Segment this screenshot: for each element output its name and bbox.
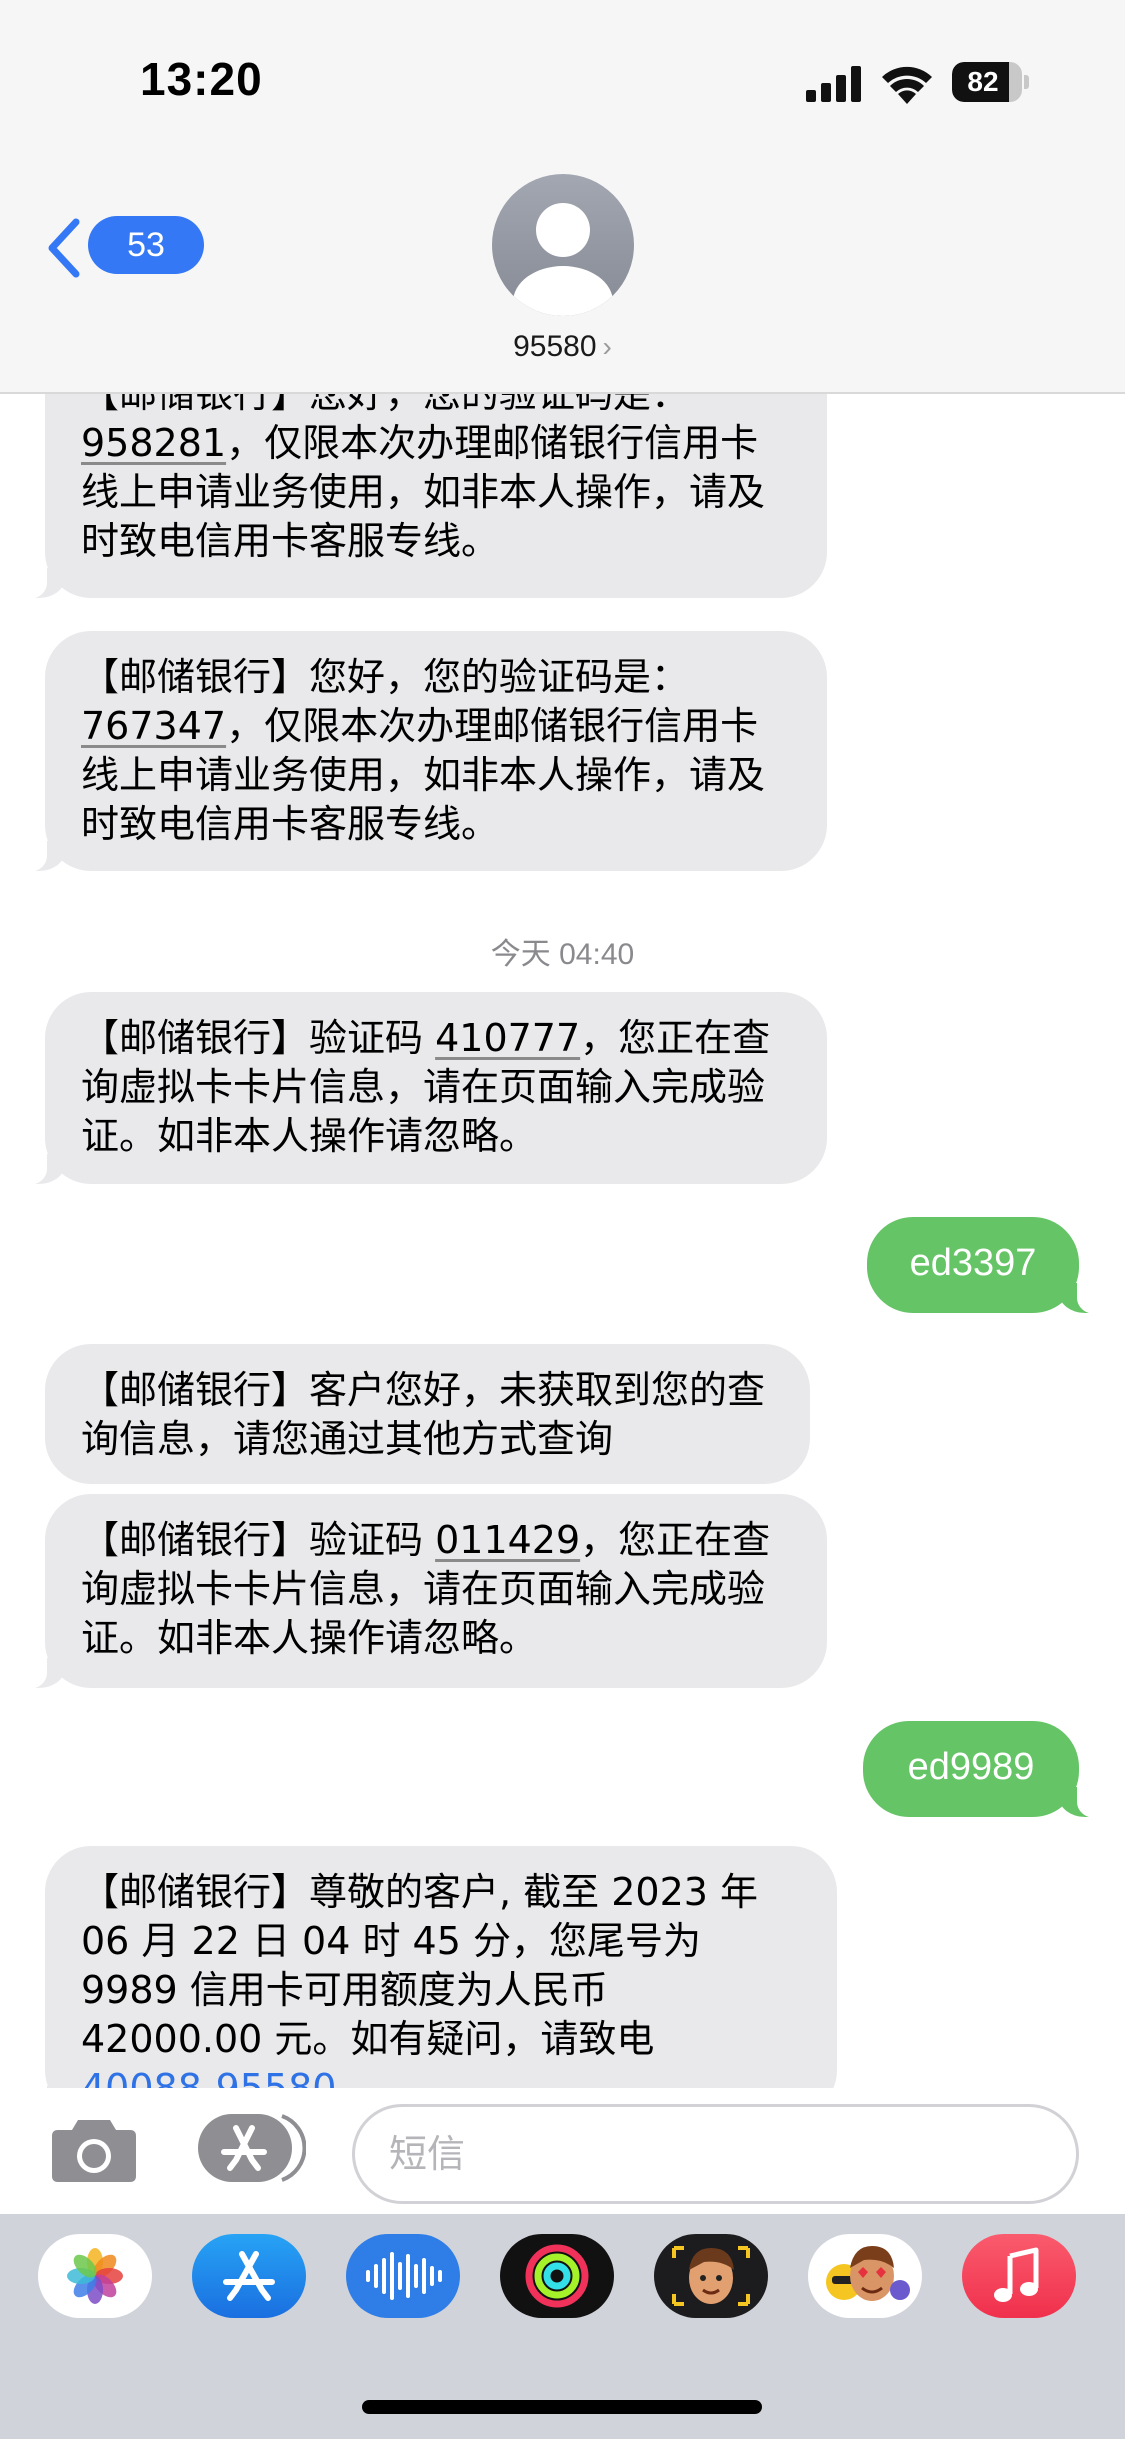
battery-percent: 82 [967, 66, 999, 97]
chevron-left-icon [48, 218, 80, 278]
memoji-stickers-icon[interactable] [808, 2234, 922, 2318]
back-button[interactable]: 53 [44, 212, 204, 278]
verification-code[interactable]: 011429 [435, 1518, 580, 1562]
person-icon [513, 203, 613, 316]
message-bubble-incoming[interactable]: 【邮储银行】客户您好，未获取到您的查询信息，请您通过其他方式查询 [45, 1344, 810, 1484]
unread-count-badge: 53 [88, 216, 204, 274]
music-icon[interactable] [962, 2234, 1076, 2318]
photos-icon[interactable] [38, 2234, 152, 2318]
contact-avatar[interactable] [492, 174, 634, 316]
camera-icon[interactable] [50, 2114, 138, 2184]
memoji-icon[interactable] [654, 2234, 768, 2318]
chevron-right-icon: › [602, 331, 612, 362]
app-store-button[interactable] [196, 2112, 307, 2184]
contact-name[interactable]: 95580 › [0, 330, 1125, 364]
conversation-header: 13:20 82 53 95580 › [0, 0, 1125, 394]
message-timestamp: 今天 04:40 [490, 938, 635, 971]
app-store-icon[interactable] [192, 2234, 306, 2318]
message-text: 【邮储银行】您好，您的验证码是： 958281，仅限本次办理邮储银行信用卡线上申请… [81, 394, 766, 563]
message-text: ed9989 [907, 1746, 1035, 1788]
message-bubble-incoming[interactable]: 【邮储银行】验证码 011429，您正在查询虚拟卡卡片信息，请在页面输入完成验证… [23, 1494, 827, 1689]
audio-messages-icon[interactable] [346, 2234, 460, 2318]
compose-bar: 短信 [0, 2088, 1125, 2214]
cellular-signal-icon [806, 66, 861, 102]
wifi-icon [882, 66, 932, 104]
message-bubble-incoming[interactable]: 【邮储银行】尊敬的客户, 截至 2023 年 06 月 22 日 04 时 45… [23, 1846, 837, 2088]
verification-code[interactable]: 958281 [81, 421, 226, 465]
fitness-icon[interactable] [500, 2234, 614, 2318]
message-bubble-outgoing[interactable]: ed9989 [863, 1721, 1101, 1818]
verification-code[interactable]: 767347 [81, 704, 226, 748]
message-text: 【邮储银行】您好，您的验证码是：767347，仅限本次办理邮储银行信用卡线上申请… [81, 655, 766, 846]
verification-code[interactable]: 410777 [435, 1016, 580, 1060]
message-list[interactable]: 【邮储银行】您好，您的验证码是： 958281，仅限本次办理邮储银行信用卡线上申请… [0, 394, 1125, 2088]
message-text: 【邮储银行】验证码 410777，您正在查询虚拟卡卡片信息，请在页面输入完成验证… [81, 1016, 771, 1158]
home-indicator[interactable] [362, 2400, 762, 2414]
message-text: ed3397 [909, 1242, 1037, 1284]
phone-number-link[interactable]: 40088-95580 [81, 2066, 336, 2088]
contact-name-label: 95580 [513, 330, 597, 363]
message-input[interactable]: 短信 [352, 2104, 1079, 2204]
message-bubble-incoming[interactable]: 【邮储银行】您好，您的验证码是：767347，仅限本次办理邮储银行信用卡线上申请… [23, 631, 827, 872]
message-bubble-incoming[interactable]: 【邮储银行】您好，您的验证码是： 958281，仅限本次办理邮储银行信用卡线上申请… [23, 394, 827, 599]
message-text: 【邮储银行】客户您好，未获取到您的查询信息，请您通过其他方式查询 [81, 1368, 766, 1461]
message-bubble-incoming[interactable]: 【邮储银行】验证码 410777，您正在查询虚拟卡卡片信息，请在页面输入完成验证… [23, 992, 827, 1185]
app-store-icon [198, 2114, 307, 2182]
message-text: 【邮储银行】验证码 011429，您正在查询虚拟卡卡片信息，请在页面输入完成验证… [81, 1518, 771, 1660]
status-time: 13:20 [140, 53, 263, 105]
message-text: 【邮储银行】尊敬的客户, 截至 2023 年 06 月 22 日 04 时 45… [81, 1868, 801, 2088]
battery-icon: 82 [952, 62, 1029, 102]
message-bubble-outgoing[interactable]: ed3397 [867, 1217, 1101, 1314]
